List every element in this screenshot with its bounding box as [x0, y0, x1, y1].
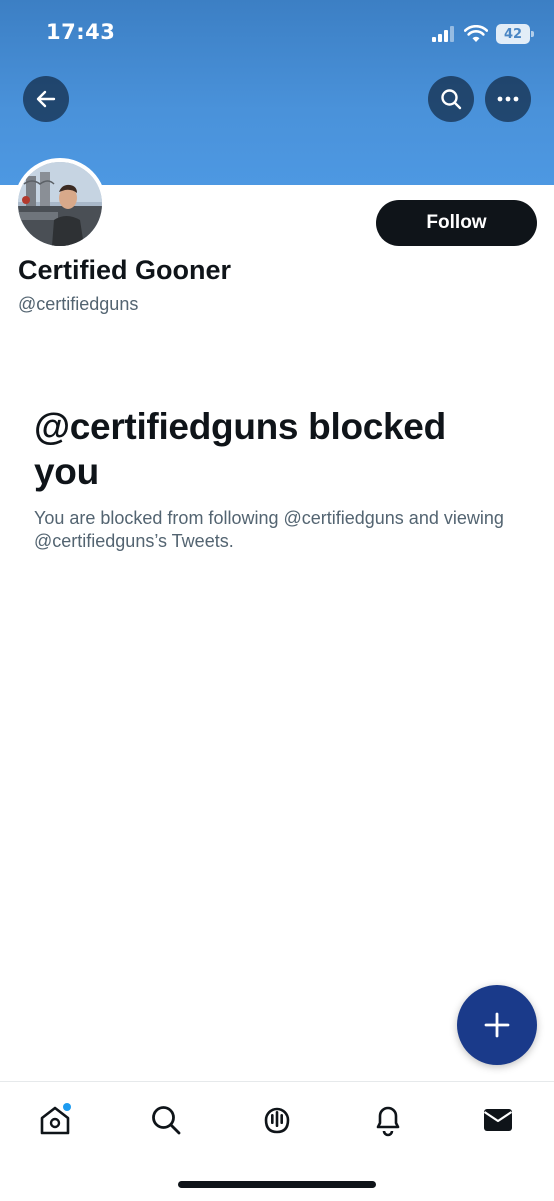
blocked-description: You are blocked from following @certifie…	[34, 508, 504, 551]
spaces-icon	[264, 1107, 290, 1134]
messages-icon	[483, 1109, 513, 1131]
search-button[interactable]	[428, 76, 474, 122]
avatar[interactable]	[14, 158, 106, 250]
status-time: 17:43	[46, 20, 116, 44]
blocked-title: @certifiedguns blocked you	[34, 406, 446, 492]
search-icon	[441, 89, 462, 110]
compose-tweet-button[interactable]	[457, 985, 537, 1065]
battery-level: 42	[503, 26, 523, 42]
profile-handle: @certifiedguns	[18, 294, 139, 314]
follow-button[interactable]: Follow	[376, 200, 537, 246]
home-icon	[40, 1103, 71, 1135]
plus-icon	[484, 1012, 510, 1038]
status-bar: 17:43 42	[0, 0, 554, 70]
back-arrow-icon	[36, 90, 56, 108]
signal-icon	[432, 26, 454, 42]
avatar-photo	[18, 162, 102, 246]
wifi-icon	[464, 25, 488, 42]
notifications-icon	[376, 1106, 400, 1137]
home-notification-dot	[63, 1103, 71, 1111]
display-name: Certified Gooner	[18, 255, 232, 285]
nav-notifications[interactable]	[368, 1100, 408, 1140]
search-icon	[152, 1106, 181, 1135]
more-button[interactable]	[485, 76, 531, 122]
status-icons: 42	[432, 24, 534, 44]
nav-home[interactable]	[35, 1100, 75, 1140]
nav-messages[interactable]	[478, 1100, 518, 1140]
home-indicator	[178, 1181, 376, 1188]
more-icon	[497, 96, 519, 102]
back-button[interactable]	[23, 76, 69, 122]
nav-search[interactable]	[146, 1100, 186, 1140]
battery-icon: 42	[496, 24, 534, 44]
nav-spaces[interactable]	[257, 1100, 297, 1140]
